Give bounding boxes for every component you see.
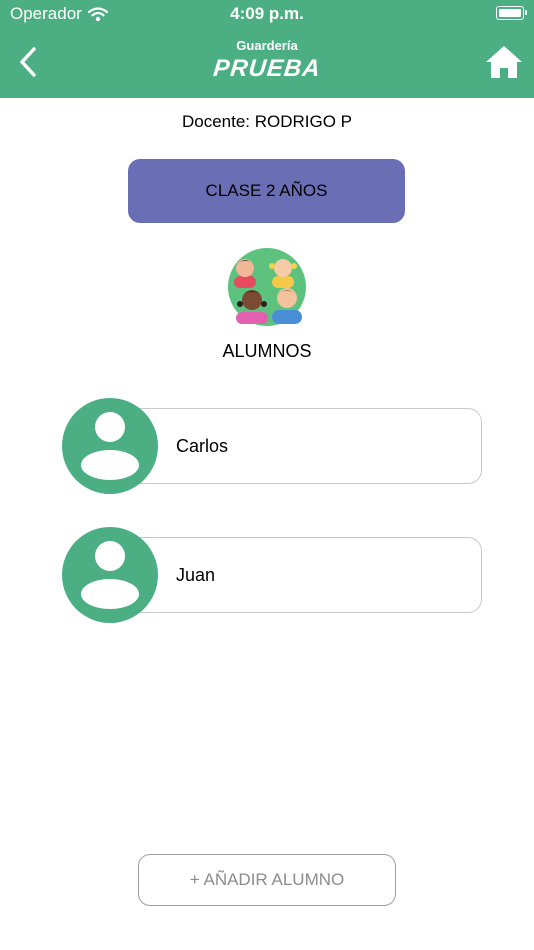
- class-button-label: CLASE 2 AÑOS: [205, 181, 328, 200]
- teacher-label: Docente: RODRIGO P: [181, 112, 353, 131]
- app-brand: Guardería PRUEBA: [0, 38, 534, 84]
- user-avatar-icon: [62, 398, 158, 494]
- status-time: 4:09 p.m.: [230, 4, 304, 23]
- add-student-button-label: + AÑADIR ALUMNO: [189, 870, 345, 889]
- student-card: [110, 408, 482, 484]
- student-item-carlos[interactable]: Carlos: [62, 398, 482, 494]
- student-name: Carlos: [176, 435, 229, 456]
- user-avatar-icon: [62, 527, 158, 623]
- add-student-button[interactable]: + AÑADIR ALUMNO: [138, 854, 396, 906]
- student-card: [110, 537, 482, 613]
- brand-title: PRUEBA: [211, 55, 323, 82]
- class-button[interactable]: CLASE 2 AÑOS: [128, 159, 405, 223]
- home-button[interactable]: [484, 44, 524, 80]
- home-icon: [486, 46, 522, 78]
- student-item-juan[interactable]: Juan: [62, 527, 482, 623]
- brand-subtitle: Guardería: [236, 38, 298, 53]
- app-header: Operador 4:09 p.m. Guardería PRUEBA: [0, 0, 534, 98]
- kids-group-icon: [228, 248, 306, 326]
- battery-icon: [496, 6, 527, 20]
- students-section-title: ALUMNOS: [222, 341, 312, 361]
- status-bar: Operador 4:09 p.m.: [0, 0, 534, 30]
- student-name: Juan: [176, 564, 216, 585]
